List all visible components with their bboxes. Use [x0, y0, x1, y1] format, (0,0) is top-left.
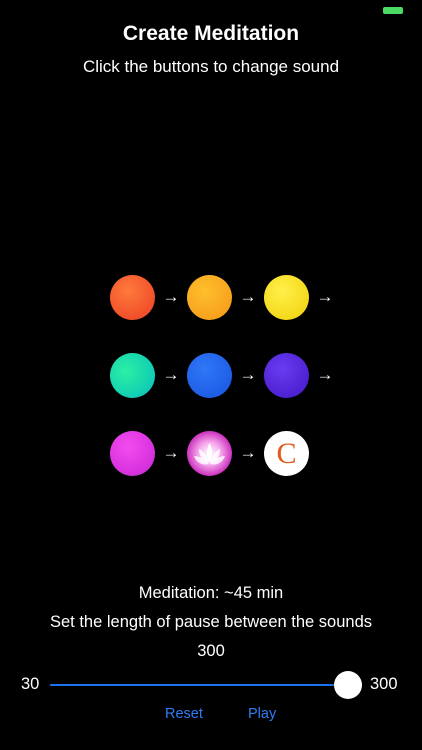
lotus-icon: [194, 442, 225, 465]
arrow-right-icon: →: [316, 287, 334, 306]
sound-row: → → →: [110, 352, 350, 398]
sound-row: → → C: [110, 430, 350, 476]
svg-text:C: C: [276, 437, 296, 470]
arrow-right-icon: →: [162, 443, 180, 462]
slider-min-label: 30: [21, 675, 40, 693]
pause-length-value: 300: [197, 642, 225, 660]
amber-orb-button[interactable]: [187, 274, 232, 320]
orange-orb-button[interactable]: [110, 274, 155, 320]
sound-row: → → →: [110, 274, 350, 320]
blue-orb-button[interactable]: [187, 352, 232, 398]
pause-length-label: Set the length of pause between the soun…: [50, 613, 372, 631]
slider-thumb[interactable]: [334, 671, 362, 699]
pause-slider[interactable]: [50, 670, 362, 700]
slider-fill: [50, 684, 348, 686]
teal-orb-button[interactable]: [110, 352, 155, 398]
arrow-right-icon: →: [316, 365, 334, 384]
arrow-right-icon: →: [239, 287, 257, 306]
arrow-right-icon: →: [239, 365, 257, 384]
meditation-duration: Meditation: ~45 min: [138, 584, 284, 602]
lotus-orb-button[interactable]: [187, 430, 232, 476]
page-title: Create Meditation: [122, 22, 300, 45]
c-logo-orb-button[interactable]: C: [264, 430, 309, 476]
c-logo-icon: C: [276, 437, 296, 470]
sound-grid: → → → → → → → → C: [110, 274, 350, 508]
violet-orb-button[interactable]: [264, 352, 309, 398]
play-button[interactable]: Play: [248, 706, 276, 722]
magenta-orb-button[interactable]: [110, 430, 155, 476]
reset-button[interactable]: Reset: [165, 706, 203, 722]
slider-max-label: 300: [370, 675, 398, 693]
arrow-right-icon: →: [162, 287, 180, 306]
arrow-right-icon: →: [239, 443, 257, 462]
page-subtitle: Click the buttons to change sound: [82, 57, 340, 76]
arrow-right-icon: →: [162, 365, 180, 384]
battery-indicator: [383, 7, 403, 14]
yellow-orb-button[interactable]: [264, 274, 309, 320]
